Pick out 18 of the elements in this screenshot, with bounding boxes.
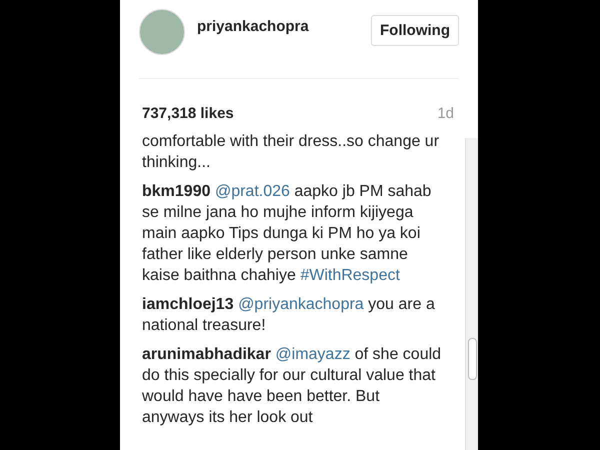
comment-text: iamchloej13 @priyankachopra you are a national treasure!	[142, 295, 436, 336]
hashtag-link[interactable]: #WithRespect	[300, 267, 400, 284]
avatar[interactable]	[139, 9, 185, 55]
following-button[interactable]: Following	[371, 14, 459, 46]
commenter-username[interactable]: iamchloej13	[142, 296, 234, 313]
commenter-username[interactable]: bkm1990	[142, 183, 210, 200]
likes-count: 737,318 likes	[142, 104, 234, 122]
scrollbar[interactable]	[465, 138, 478, 450]
post-time: 1d	[437, 104, 454, 122]
username[interactable]: priyankachopra	[197, 18, 372, 34]
commenter-username[interactable]: arunimabhadikar	[142, 346, 271, 363]
mention-link[interactable]: @imayazz	[275, 346, 350, 363]
mention-link[interactable]: @priyankachopra	[238, 296, 364, 313]
comment-text: bkm1990 @prat.026 aapko jb PM sahab se milne jana ho mujhe inform kijiyega main aapko Tips dunga ki PM ho ya koi father like elderly person unke samne kaise baithna chahiye #WithRespect	[142, 182, 432, 286]
scrollbar-thumb[interactable]	[468, 338, 477, 380]
comment-text: arunimabhadikar @imayazz of she could do this specially for our cultural value that would have have been better. But anyways its her look out	[142, 345, 442, 428]
mention-link[interactable]: @prat.026	[214, 183, 290, 200]
comment-text: comfortable with their dress..so change ur thinking...	[142, 132, 440, 173]
